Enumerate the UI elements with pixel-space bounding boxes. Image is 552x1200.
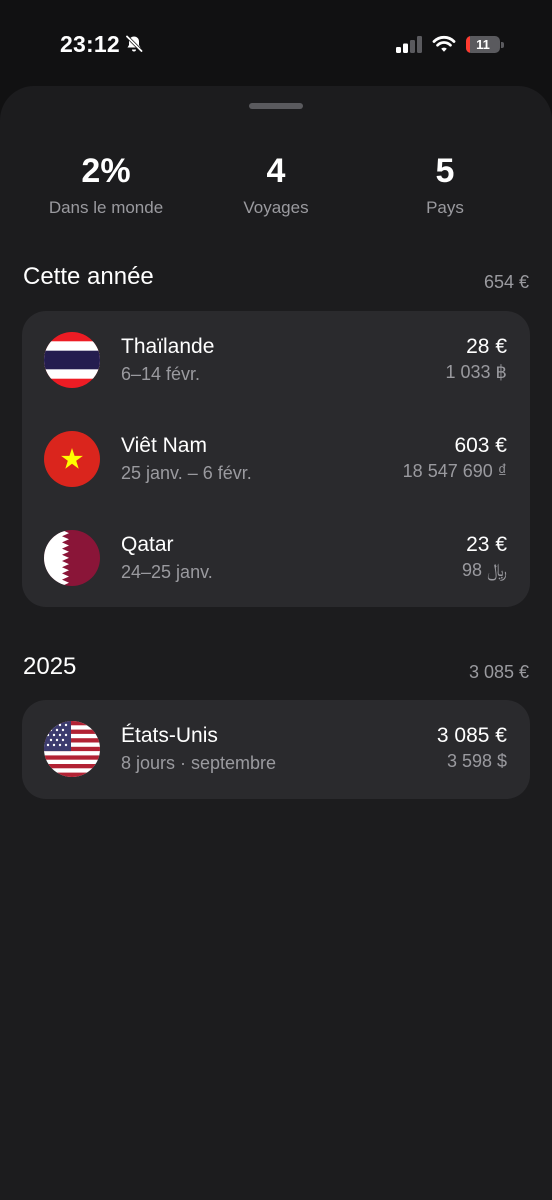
sheet-grabber[interactable]: [249, 103, 303, 109]
thailand-flag-icon: [44, 332, 100, 388]
trip-local-amount: 98 ﷼: [462, 560, 507, 580]
trip-local-amount: 18 547 690 ₫: [402, 461, 507, 481]
battery-tip: [501, 42, 504, 48]
trip-row-thailand[interactable]: Thaïlande 6–14 févr. 28 € 1 033 ฿: [22, 311, 530, 410]
qatar-flag-icon: [44, 530, 100, 586]
trip-row-usa[interactable]: États-Unis 8 jours · septembre 3 085 € 3…: [22, 700, 530, 799]
stat-trips-label: Voyages: [243, 198, 309, 217]
stat-world: 2% Dans le monde: [14, 150, 198, 218]
trip-dates: 6–14 févr.: [121, 364, 201, 384]
bell-muted-icon: [125, 35, 143, 53]
trip-row-qatar[interactable]: Qatar 24–25 janv. 23 € 98 ﷼: [22, 509, 530, 608]
trip-local-amount: 1 033 ฿: [445, 362, 508, 382]
wifi-icon: [432, 35, 456, 52]
section-title-this-year: Cette année: [23, 263, 154, 290]
stat-world-value: 2%: [81, 152, 131, 190]
trip-amount: 23 €: [466, 533, 507, 556]
trip-local-amount: 3 598 $: [446, 751, 507, 771]
trip-amount: 3 085 €: [436, 724, 507, 747]
stat-world-label: Dans le monde: [48, 198, 164, 217]
status-bar: 23:12 11: [0, 0, 552, 86]
trips-card-this-year: Thaïlande 6–14 févr. 28 € 1 033 ฿ Viêt N…: [22, 311, 530, 607]
section-total-2025: 3 085 €: [468, 662, 529, 682]
stat-countries-label: Pays: [426, 198, 464, 217]
trip-amount: 603 €: [454, 434, 507, 457]
battery-indicator: 11: [466, 36, 500, 53]
trip-row-vietnam[interactable]: Viêt Nam 25 janv. – 6 févr. 603 € 18 547…: [22, 410, 530, 509]
stat-trips: 4 Voyages: [184, 150, 368, 218]
trips-card-2025: États-Unis 8 jours · septembre 3 085 € 3…: [22, 700, 530, 799]
trip-country: Viêt Nam: [121, 434, 207, 457]
trip-dates: 24–25 janv.: [121, 562, 213, 582]
stat-countries-value: 5: [435, 152, 455, 190]
trips-sheet: 2% Dans le monde 4 Voyages 5 Pays Cette …: [0, 86, 552, 1200]
cellular-signal-icon: [396, 36, 422, 53]
section-total-this-year: 654 €: [483, 272, 529, 292]
trip-dates: 8 jours · septembre: [121, 753, 277, 773]
stat-trips-value: 4: [266, 152, 286, 190]
usa-flag-icon: [44, 721, 100, 777]
trip-country: Qatar: [121, 533, 174, 556]
section-title-2025: 2025: [23, 653, 77, 680]
trip-dates: 25 janv. – 6 févr.: [121, 463, 252, 483]
trip-country: Thaïlande: [121, 335, 215, 358]
vietnam-flag-icon: [44, 431, 100, 487]
battery-percent: 11: [476, 37, 490, 52]
trip-country: États-Unis: [121, 724, 218, 747]
trip-amount: 28 €: [466, 335, 507, 358]
status-time: 23:12: [60, 31, 120, 57]
stat-countries: 5 Pays: [353, 150, 537, 218]
